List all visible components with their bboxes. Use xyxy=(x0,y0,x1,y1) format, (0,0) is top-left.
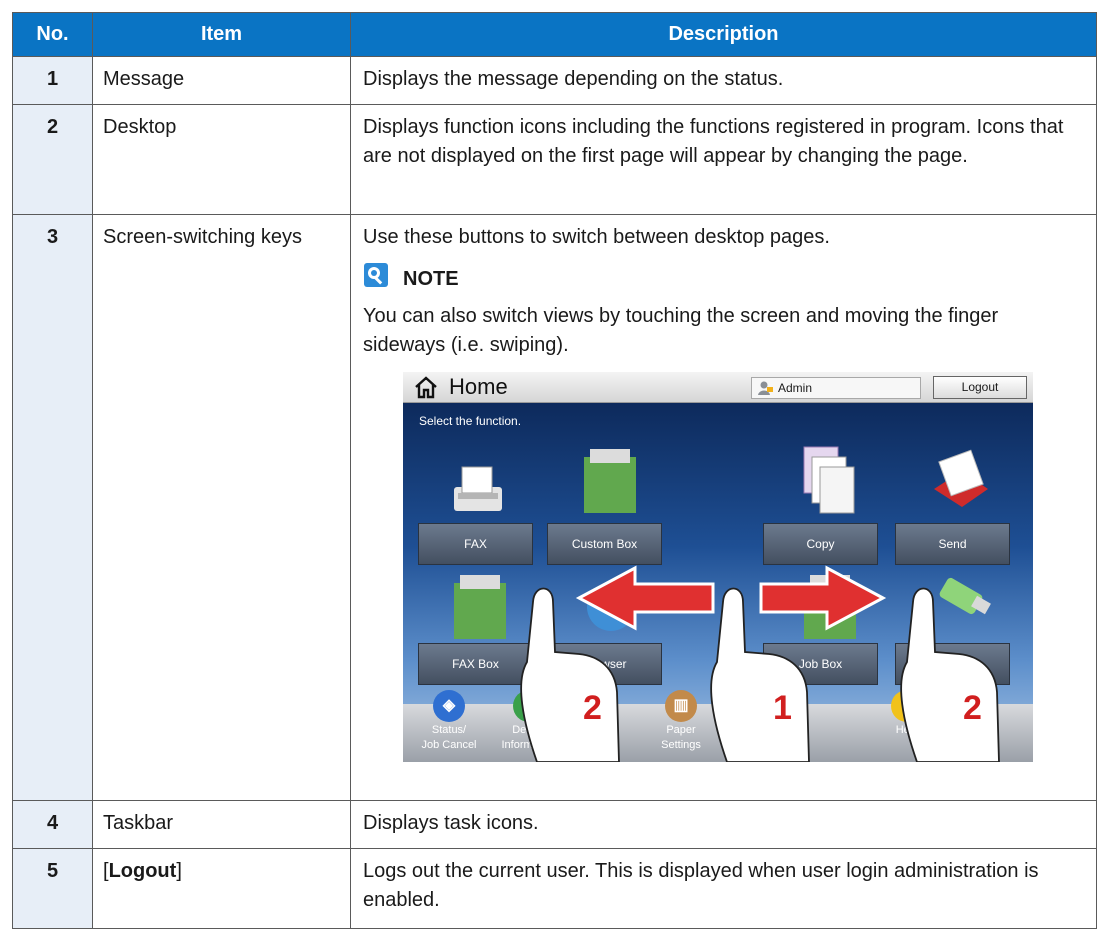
swipe-number-center: 1 xyxy=(773,689,792,727)
note-heading: NOTE xyxy=(363,262,1084,297)
table-row: 1 Message Displays the message depending… xyxy=(12,56,1097,105)
home-screen-illustration: Home Admin Logout Select the function. F… xyxy=(403,372,1033,762)
row-description: Logs out the current user. This is displ… xyxy=(350,848,1097,929)
row-number: 5 xyxy=(12,848,93,929)
col-header-no: No. xyxy=(12,12,93,57)
row-description: Use these buttons to switch between desk… xyxy=(350,214,1097,801)
note-icon xyxy=(363,262,389,297)
row-item: Taskbar xyxy=(92,800,351,849)
swipe-number-left: 2 xyxy=(583,689,602,727)
swipe-overlay xyxy=(520,565,1000,762)
row-item: [Logout] xyxy=(92,848,351,929)
swipe-number-right: 2 xyxy=(963,689,982,727)
table-row: 2 Desktop Displays function icons includ… xyxy=(12,104,1097,215)
row-item: Desktop xyxy=(92,104,351,215)
right-arrow-icon xyxy=(759,565,887,631)
row-number: 4 xyxy=(12,800,93,849)
note-title: NOTE xyxy=(403,267,459,290)
table-row: 3 Screen-switching keys Use these button… xyxy=(12,214,1097,801)
note-text: You can also switch views by touching th… xyxy=(363,305,999,356)
table-row: 5 [Logout] Logs out the current user. Th… xyxy=(12,848,1097,929)
col-header-item: Item xyxy=(92,12,351,57)
row-item: Screen-switching keys xyxy=(92,214,351,801)
row-description: Displays function icons including the fu… xyxy=(350,104,1097,215)
col-header-description: Description xyxy=(350,12,1097,57)
row-number: 1 xyxy=(12,56,93,105)
row-number: 2 xyxy=(12,104,93,215)
description-text: Use these buttons to switch between desk… xyxy=(363,226,830,248)
left-arrow-icon xyxy=(575,565,715,631)
row-item: Message xyxy=(92,56,351,105)
row-description: Displays the message depending on the st… xyxy=(350,56,1097,105)
bracket-close: ] xyxy=(176,860,182,882)
logout-key-label: Logout xyxy=(108,860,177,882)
hand-icon xyxy=(710,587,810,762)
table-row: 4 Taskbar Displays task icons. xyxy=(12,800,1097,849)
row-description: Displays task icons. xyxy=(350,800,1097,849)
spec-table: No. Item Description 1 Message Displays … xyxy=(12,12,1097,929)
table-header-row: No. Item Description xyxy=(12,12,1097,57)
row-number: 3 xyxy=(12,214,93,801)
hand-icon xyxy=(520,587,620,762)
hand-icon xyxy=(900,587,1000,762)
